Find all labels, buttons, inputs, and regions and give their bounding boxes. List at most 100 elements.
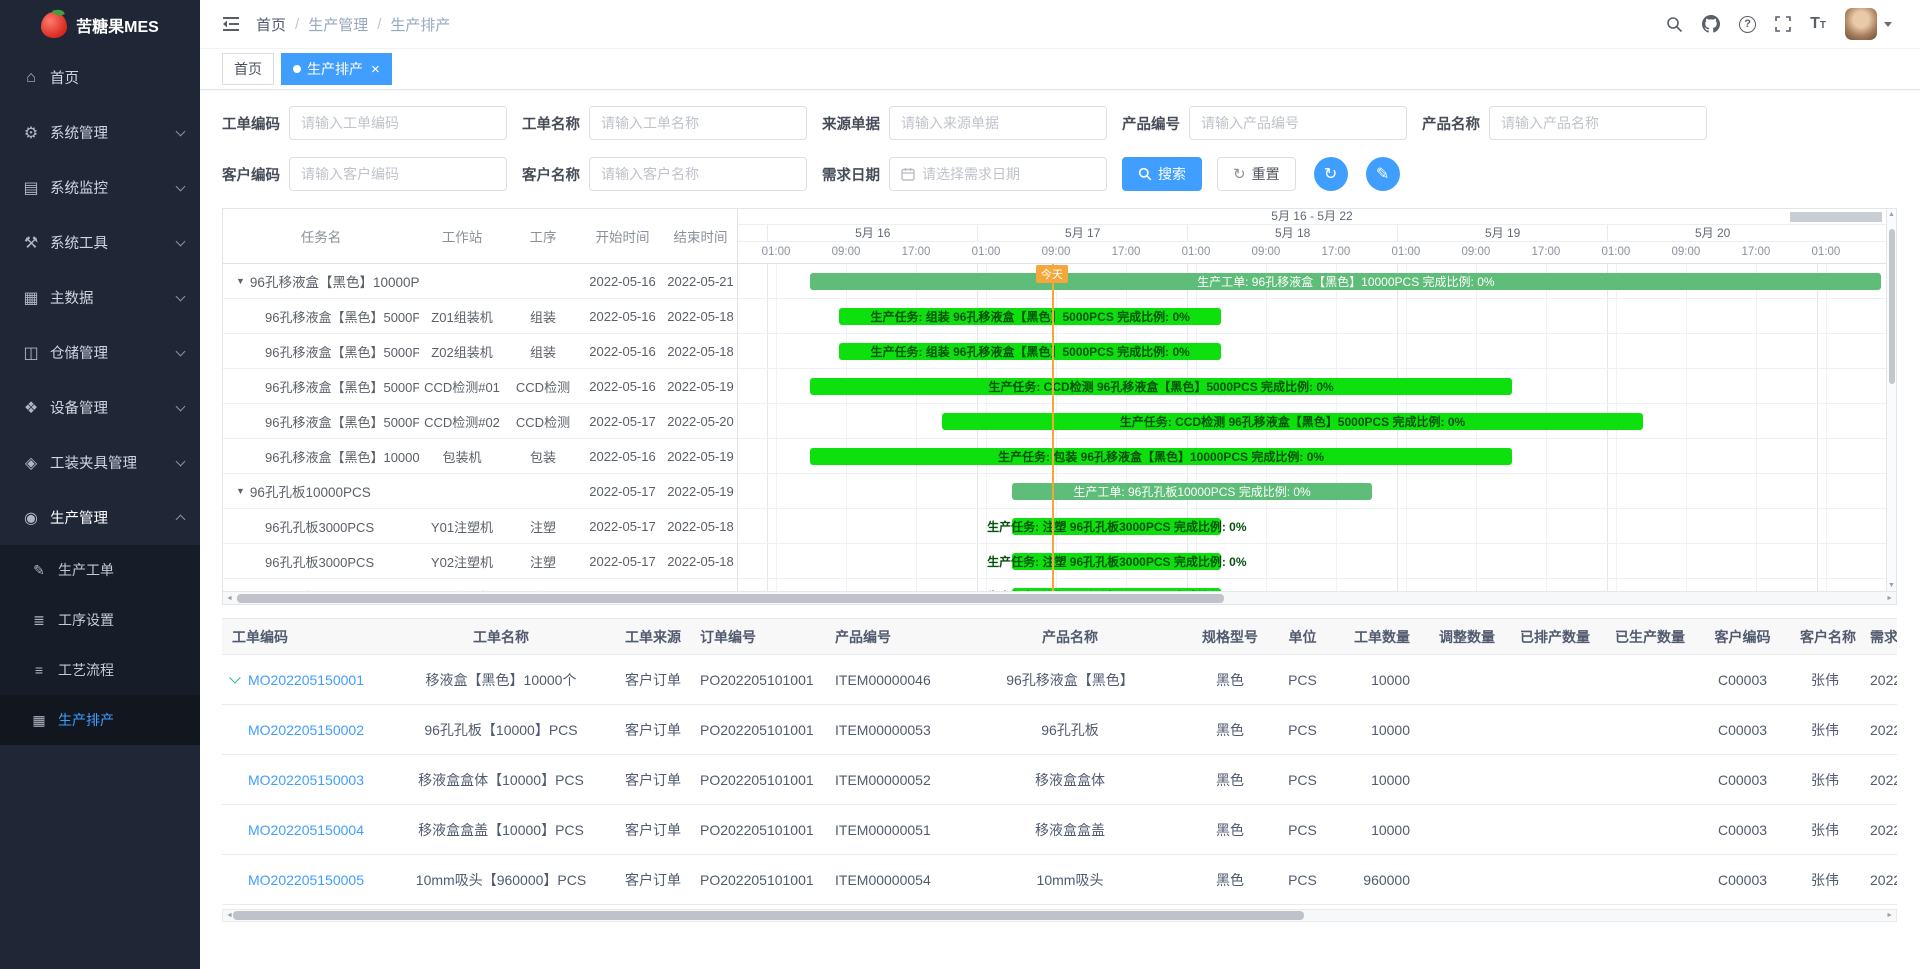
orders-cell-product_code: ITEM00000046 bbox=[825, 672, 955, 688]
reset-button[interactable]: ↻ 重置 bbox=[1217, 157, 1296, 191]
filter-input[interactable] bbox=[1201, 115, 1395, 131]
sidebar-item-production[interactable]: ◉生产管理 bbox=[0, 490, 200, 545]
gantt-tick-label: 09:00 bbox=[832, 246, 861, 258]
scroll-left-icon[interactable]: ◄ bbox=[226, 912, 233, 919]
orders-column-header: 已排产数量 bbox=[1505, 627, 1600, 647]
github-icon[interactable] bbox=[1702, 15, 1720, 33]
gantt-bar-task[interactable]: 生产任务: 组装 96孔移液盒【黑色】5000PCS 完成比例: 0% bbox=[839, 343, 1221, 360]
gantt-task-row[interactable]: 96孔移液盒【黑色】5000PCSCCD检测#01CCD检测2022-05-16… bbox=[223, 369, 737, 404]
caret-down-icon[interactable] bbox=[1884, 22, 1892, 27]
gantt-task-process: CCD检测 bbox=[505, 377, 581, 396]
avatar[interactable] bbox=[1845, 8, 1877, 40]
gantt-bar-row: 生产任务: CCD检测 96孔移液盒【黑色】5000PCS 完成比例: 0% bbox=[738, 369, 1886, 404]
search-icon[interactable] bbox=[1666, 16, 1683, 33]
filter-input[interactable] bbox=[301, 115, 495, 131]
filter-input[interactable] bbox=[922, 166, 1095, 182]
expand-triangle-icon[interactable]: ▼ bbox=[236, 486, 245, 496]
gantt-task-end: 2022-05-18 bbox=[664, 554, 737, 569]
order-code-link[interactable]: MO202205150004 bbox=[248, 822, 364, 838]
gantt-vertical-scrollbar[interactable]: ▲ ▼ bbox=[1886, 209, 1896, 591]
gantt-task-row[interactable]: 96孔移液盒【黑色】5000PCSZ01组装机组装2022-05-162022-… bbox=[223, 299, 737, 334]
fullscreen-icon[interactable] bbox=[1775, 16, 1791, 32]
scrollbar-thumb[interactable] bbox=[1889, 229, 1895, 384]
order-code-link[interactable]: MO202205150005 bbox=[248, 872, 364, 888]
gantt-tick-label: 17:00 bbox=[902, 246, 931, 258]
gantt-bar-order[interactable]: 生产工单: 96孔孔板10000PCS 完成比例: 0% bbox=[1012, 483, 1371, 500]
gantt-task-row[interactable]: 96孔孔板3000PCSY02注塑机注塑2022-05-172022-05-18 bbox=[223, 544, 737, 579]
gantt-task-row[interactable]: 96孔移液盒【黑色】5000PCSCCD检测#02CCD检测2022-05-17… bbox=[223, 404, 737, 439]
chevron-down-icon bbox=[176, 181, 186, 191]
breadcrumb-item[interactable]: 首页 bbox=[256, 14, 286, 35]
gantt-bar-task[interactable]: 生产任务: 注塑 96孔孔板3000PCS 完成比例: 0% bbox=[1012, 553, 1221, 570]
orders-cell-unit: PCS bbox=[1275, 822, 1330, 838]
gantt-bar-task[interactable]: 生产任务: CCD检测 96孔移液盒【黑色】5000PCS 完成比例: 0% bbox=[810, 378, 1511, 395]
scroll-right-icon[interactable]: ► bbox=[1886, 912, 1893, 919]
app-logo[interactable]: 苦糖果MES bbox=[0, 0, 200, 50]
order-code-link[interactable]: MO202205150002 bbox=[248, 722, 364, 738]
sidebar-subitem-schedule[interactable]: ▦生产排产 bbox=[0, 695, 200, 745]
orders-cell-code: MO202205150003 bbox=[222, 772, 387, 788]
orders-table-row[interactable]: MO202205150001移液盒【黑色】10000个客户订单PO2022051… bbox=[222, 655, 1897, 705]
filter-input[interactable] bbox=[901, 115, 1095, 131]
sidebar-subitem-flow[interactable]: ≡工艺流程 bbox=[0, 645, 200, 695]
gantt-bar-task[interactable]: 生产任务: 注塑 96孔孔板3000PCS 完成比例: 0% bbox=[1012, 518, 1221, 535]
orders-table-row[interactable]: MO20220515000510mm吸头【960000】PCS客户订单PO202… bbox=[222, 855, 1897, 905]
filter-input[interactable] bbox=[301, 166, 495, 182]
filter-label: 客户编码 bbox=[222, 164, 280, 185]
tab-item[interactable]: 首页 bbox=[222, 53, 274, 85]
scroll-up-icon[interactable]: ▲ bbox=[1888, 211, 1895, 218]
filter-label: 产品编号 bbox=[1122, 113, 1180, 134]
expand-triangle-icon[interactable]: ▼ bbox=[236, 276, 245, 286]
refresh-circle-button[interactable]: ↻ bbox=[1314, 157, 1348, 191]
order-code-link[interactable]: MO202205150003 bbox=[248, 772, 364, 788]
gantt-bar-task[interactable]: 生产任务: 组装 96孔移液盒【黑色】5000PCS 完成比例: 0% bbox=[839, 308, 1221, 325]
help-icon[interactable]: ? bbox=[1739, 16, 1756, 33]
filter-input[interactable] bbox=[601, 166, 795, 182]
gantt-horizontal-scrollbar[interactable]: ◄ ► bbox=[223, 591, 1896, 604]
breadcrumb-item[interactable]: 生产管理 bbox=[308, 14, 368, 35]
gantt-task-row[interactable]: ▼96孔移液盒【黑色】10000PCS2022-05-162022-05-21 bbox=[223, 264, 737, 299]
tab-close-icon[interactable]: × bbox=[371, 62, 380, 77]
gantt-bar-task[interactable]: 生产任务: 包装 96孔移液盒【黑色】10000PCS 完成比例: 0% bbox=[810, 448, 1511, 465]
gantt-range-label: 5月 16 - 5月 22 bbox=[1271, 209, 1352, 223]
orders-table-row[interactable]: MO20220515000296孔孔板【10000】PCS客户订单PO20220… bbox=[222, 705, 1897, 755]
orders-table-row[interactable]: MO202205150004移液盒盒盖【10000】PCS客户订单PO20220… bbox=[222, 805, 1897, 855]
sidebar-item-home[interactable]: ⌂首页 bbox=[0, 50, 200, 105]
sidebar-item-tools[interactable]: ⚒系统工具 bbox=[0, 215, 200, 270]
scroll-down-icon[interactable]: ▼ bbox=[1888, 582, 1895, 589]
sidebar-item-device[interactable]: ❖设备管理 bbox=[0, 380, 200, 435]
filter-input[interactable] bbox=[1501, 115, 1695, 131]
gantt-range-row: 5月 16 - 5月 22 bbox=[738, 209, 1886, 225]
sidebar-subitem-workorder[interactable]: ✎生产工单 bbox=[0, 545, 200, 595]
scrollbar-thumb[interactable] bbox=[237, 594, 1224, 603]
tab-active[interactable]: 生产排产× bbox=[281, 53, 392, 85]
search-button[interactable]: 搜索 bbox=[1122, 157, 1202, 191]
gantt-task-row[interactable]: ▼96孔孔板10000PCS2022-05-172022-05-19 bbox=[223, 474, 737, 509]
gantt-bar-order[interactable]: 生产工单: 96孔移液盒【黑色】10000PCS 完成比例: 0% bbox=[810, 273, 1881, 290]
sidebar-item-data[interactable]: ▦主数据 bbox=[0, 270, 200, 325]
gantt-header-scrollbar[interactable] bbox=[1790, 212, 1882, 222]
scroll-right-icon[interactable]: ► bbox=[1886, 595, 1893, 602]
gantt-task-row[interactable]: 96孔孔板3000PCSY01注塑机注塑2022-05-172022-05-18 bbox=[223, 509, 737, 544]
sidebar-item-monitor[interactable]: ▤系统监控 bbox=[0, 160, 200, 215]
gantt-bar-task[interactable]: 生产任务: CCD检测 96孔移液盒【黑色】5000PCS 完成比例: 0% bbox=[942, 413, 1642, 430]
gantt-task-row[interactable]: 96孔移液盒【黑色】5000PCSZ02组装机组装2022-05-162022-… bbox=[223, 334, 737, 369]
filter-input[interactable] bbox=[601, 115, 795, 131]
gantt-bar-task[interactable]: 生产任务: 注塑 96孔孔板3000PCS 完成比例: 0% bbox=[1012, 588, 1221, 591]
sidebar-toggle-icon[interactable] bbox=[222, 16, 240, 32]
orders-cell-spec: 黑色 bbox=[1185, 820, 1275, 840]
orders-table-row[interactable]: MO202205150003移液盒盒体【10000】PCS客户订单PO20220… bbox=[222, 755, 1897, 805]
sidebar-item-warehouse[interactable]: ◫仓储管理 bbox=[0, 325, 200, 380]
orders-horizontal-scrollbar[interactable]: ◄ ► bbox=[222, 909, 1897, 922]
sidebar-item-fixture[interactable]: ◈工装夹具管理 bbox=[0, 435, 200, 490]
scroll-left-icon[interactable]: ◄ bbox=[226, 595, 233, 602]
sidebar-item-gear[interactable]: ⚙系统管理 bbox=[0, 105, 200, 160]
font-size-icon[interactable]: TT bbox=[1810, 15, 1826, 33]
gantt-task-row[interactable]: 96孔孔板3000PCSY03注塑机注塑2022-05-172022-05-18 bbox=[223, 579, 737, 591]
row-expand-caret-icon[interactable] bbox=[229, 672, 240, 683]
edit-circle-button[interactable]: ✎ bbox=[1366, 157, 1400, 191]
scrollbar-thumb[interactable] bbox=[233, 911, 1304, 920]
sidebar-subitem-process-setting[interactable]: ≣工序设置 bbox=[0, 595, 200, 645]
order-code-link[interactable]: MO202205150001 bbox=[248, 672, 364, 688]
gantt-task-row[interactable]: 96孔移液盒【黑色】10000PCS包装机包装2022-05-162022-05… bbox=[223, 439, 737, 474]
